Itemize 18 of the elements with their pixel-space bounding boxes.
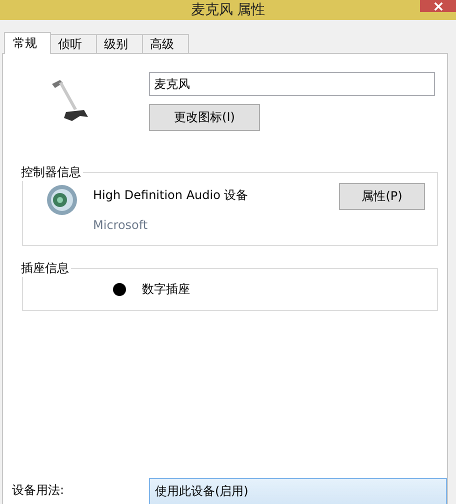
group-legend: 控制器信息 (19, 164, 83, 181)
close-button[interactable] (420, 0, 456, 12)
tab[interactable]: 高级 (142, 34, 189, 53)
change-icon-button[interactable]: 更改图标(I) (149, 104, 260, 131)
speaker-icon (45, 183, 79, 217)
tab[interactable]: 常规 (4, 32, 51, 54)
window-title: 麦克风 属性 (190, 1, 266, 19)
name-field[interactable]: 麦克风 (149, 72, 435, 96)
usage-label: 设备用法: (11, 482, 66, 498)
close-icon (434, 2, 442, 10)
device-name: High Definition Audio 设备 (93, 187, 250, 204)
tab[interactable]: 级别 (96, 34, 143, 53)
vendor-name: Microsoft (93, 218, 149, 232)
group-legend: 插座信息 (19, 260, 71, 277)
usage-dropdown[interactable]: 使用此设备(启用) (149, 478, 447, 504)
properties-button[interactable]: 属性(P) (339, 183, 425, 210)
tab[interactable]: 侦听 (50, 34, 97, 53)
jack-label: 数字插座 (142, 281, 190, 298)
